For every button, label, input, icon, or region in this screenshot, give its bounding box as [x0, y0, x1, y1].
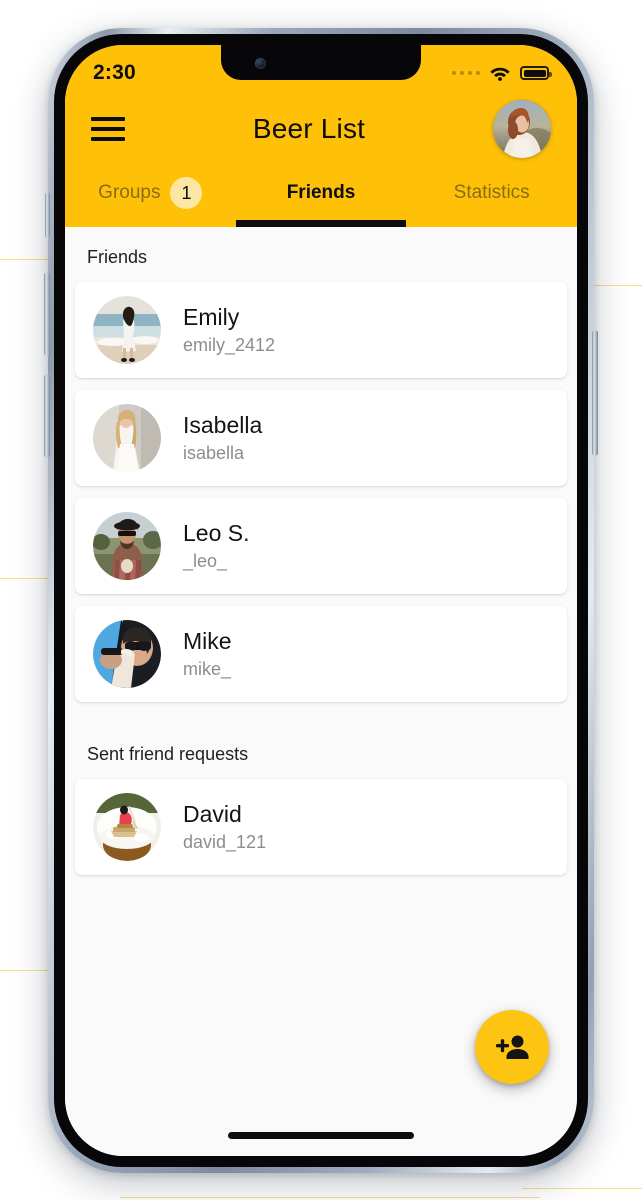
list-item[interactable]: Emily emily_2412 — [75, 282, 567, 378]
front-camera-icon — [255, 58, 266, 69]
friend-name: David — [183, 801, 242, 828]
list-item[interactable]: Isabella isabella — [75, 390, 567, 486]
friend-username: _leo_ — [183, 550, 228, 571]
section-heading-friends: Friends — [87, 247, 148, 267]
title-row: Beer List — [65, 93, 577, 165]
tab-groups-badge: 1 — [170, 177, 203, 209]
friend-username: isabella — [183, 442, 245, 463]
battery-full-icon — [520, 66, 552, 80]
volume-up-button[interactable] — [44, 272, 50, 356]
list-item-meta: David david_121 — [183, 801, 266, 852]
list-item[interactable]: David david_121 — [75, 779, 567, 875]
avatar-image — [493, 100, 551, 158]
screenshot-stage: 2:30 Beer List Groups 1 Friends Statisti… — [0, 0, 642, 1200]
guide-line — [522, 1188, 642, 1189]
add-friend-fab[interactable] — [475, 1010, 549, 1084]
volume-down-button[interactable] — [44, 374, 50, 458]
list-item-meta: Isabella isabella — [183, 412, 262, 463]
avatar-leo — [93, 512, 161, 580]
avatar-emily — [93, 296, 161, 364]
wifi-icon — [490, 67, 510, 81]
guide-line — [120, 1197, 540, 1198]
list-item-meta: Emily emily_2412 — [183, 304, 275, 355]
friend-name: Emily — [183, 304, 240, 331]
tab-groups-label: Groups — [98, 182, 161, 203]
tab-bar: Groups 1 Friends Statistics — [65, 165, 577, 227]
hamburger-menu-icon[interactable] — [91, 117, 125, 141]
status-bar-time: 2:30 — [93, 61, 136, 84]
list-item[interactable]: Mike mike_ — [75, 606, 567, 702]
list-item-meta: Leo S. _leo_ — [183, 520, 250, 571]
phone-bezel: 2:30 Beer List Groups 1 Friends Statisti… — [44, 34, 598, 1167]
phone-screen: 2:30 Beer List Groups 1 Friends Statisti… — [65, 45, 577, 1156]
tab-friends[interactable]: Friends — [235, 165, 407, 227]
avatar-image — [93, 793, 161, 861]
avatar-isabella — [93, 404, 161, 472]
tab-statistics[interactable]: Statistics — [406, 165, 577, 227]
home-indicator[interactable] — [228, 1132, 414, 1139]
avatar-mike — [93, 620, 161, 688]
avatar-image — [93, 512, 161, 580]
friend-name: Leo S. — [183, 520, 250, 547]
display-notch — [221, 45, 421, 80]
signal-dots-icon — [451, 70, 480, 76]
silent-switch-button[interactable] — [45, 192, 50, 238]
friend-name: Isabella — [183, 412, 263, 439]
friends-list-content: Friends Emily emily_2412 Isabella isabel… — [65, 227, 577, 1156]
tab-groups[interactable]: Groups 1 — [65, 165, 236, 227]
person-add-icon — [496, 1035, 529, 1059]
power-button[interactable] — [592, 330, 598, 456]
list-item-meta: Mike mike_ — [183, 628, 232, 679]
tab-friends-label: Friends — [286, 182, 356, 203]
avatar-image — [93, 404, 161, 472]
user-profile-avatar[interactable] — [493, 100, 551, 158]
app-bar: 2:30 Beer List Groups 1 Friends Statisti… — [65, 45, 577, 227]
friend-name: Mike — [183, 628, 232, 655]
friend-username: mike_ — [183, 658, 232, 679]
friend-username: emily_2412 — [183, 334, 276, 355]
phone-device-frame: 2:30 Beer List Groups 1 Friends Statisti… — [44, 28, 598, 1173]
status-bar-indicators — [451, 65, 552, 81]
avatar-image — [93, 296, 161, 364]
tab-statistics-label: Statistics — [453, 182, 530, 203]
page-title: Beer List — [252, 113, 366, 144]
list-item[interactable]: Leo S. _leo_ — [75, 498, 567, 594]
friend-username: david_121 — [183, 831, 267, 852]
avatar-david — [93, 793, 161, 861]
section-heading-sent-requests: Sent friend requests — [87, 744, 249, 764]
avatar-image — [93, 620, 161, 688]
